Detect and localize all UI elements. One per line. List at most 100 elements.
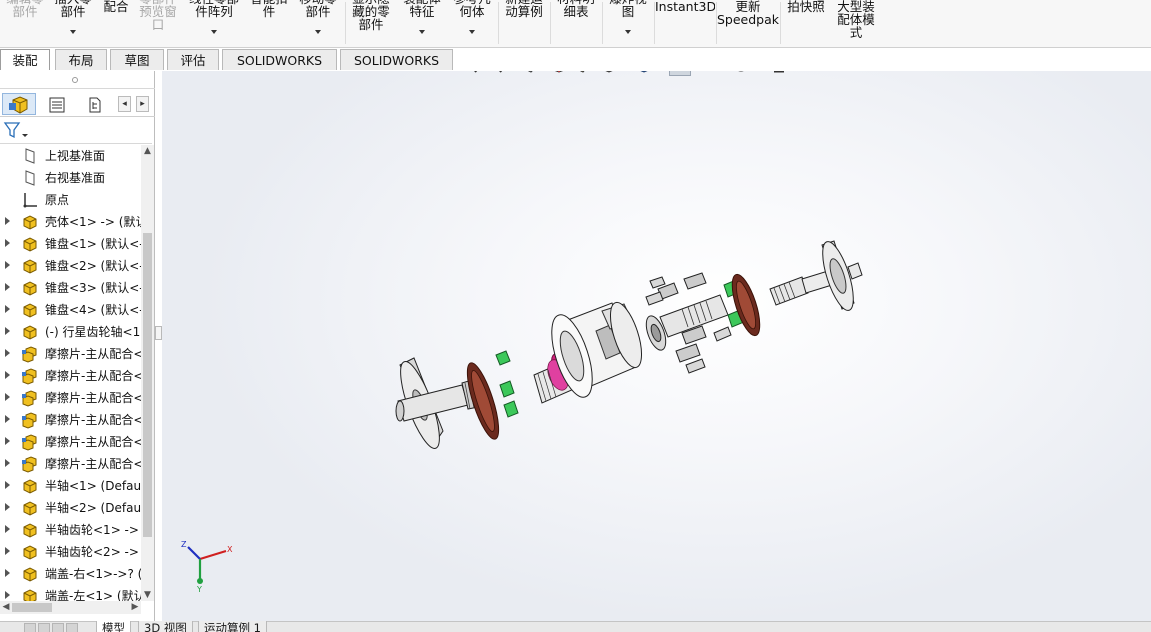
tree-item[interactable]: 端盖-左<1> (默认 bbox=[0, 585, 141, 601]
tree-item[interactable]: (-) 行星齿轮轴<1 bbox=[0, 321, 141, 343]
tab-layout[interactable]: 布局 bbox=[55, 49, 107, 70]
expand-arrow-icon[interactable] bbox=[5, 591, 10, 599]
panel-grip[interactable] bbox=[0, 71, 155, 89]
expand-arrow-icon[interactable] bbox=[5, 459, 10, 467]
ribbon-linear-pattern-button[interactable]: 线性零部件阵列 bbox=[182, 0, 246, 38]
expand-arrow-icon[interactable] bbox=[5, 503, 10, 511]
tab-evaluate[interactable]: 评估 bbox=[167, 49, 219, 70]
tab-motion-study-1[interactable]: 运动算例 1 bbox=[198, 621, 267, 632]
tree-item[interactable]: 上视基准面 bbox=[0, 145, 141, 167]
tab-solidworks-addins[interactable]: SOLIDWORKS 插件 bbox=[222, 49, 337, 89]
chevron-down-icon[interactable] bbox=[211, 30, 217, 34]
scroll-down-icon[interactable]: ▼ bbox=[141, 589, 154, 601]
panel-tab-prev-button[interactable]: ◂ bbox=[118, 96, 131, 112]
tree-item[interactable]: 摩擦片-主从配合< bbox=[0, 365, 141, 387]
chevron-down-icon[interactable] bbox=[315, 30, 321, 34]
configuration-manager-tab[interactable] bbox=[78, 93, 112, 115]
expand-arrow-icon[interactable] bbox=[5, 415, 10, 423]
tree-item[interactable]: 半轴<1> (Defaul bbox=[0, 475, 141, 497]
tab-model[interactable]: 模型 bbox=[96, 621, 131, 632]
expand-arrow-icon[interactable] bbox=[5, 349, 10, 357]
panel-splitter[interactable] bbox=[155, 71, 162, 621]
tree-item[interactable]: 摩擦片-主从配合< bbox=[0, 343, 141, 365]
scrollbar-thumb[interactable] bbox=[143, 233, 152, 537]
ribbon-bill-of-materials-button[interactable]: 材料明细表 bbox=[551, 0, 601, 38]
ribbon-label: 零部件预览窗口 bbox=[139, 0, 177, 32]
tab-solidworks-mbd[interactable]: SOLIDWORKS MBD bbox=[340, 49, 453, 89]
tree-item[interactable]: 原点 bbox=[0, 189, 141, 211]
tree-item[interactable]: 摩擦片-主从配合< bbox=[0, 453, 141, 475]
expand-arrow-icon[interactable] bbox=[5, 569, 10, 577]
tree-item[interactable]: 锥盘<3> (默认<- bbox=[0, 277, 141, 299]
ribbon-smart-fasteners-button[interactable]: 智能扣件 bbox=[246, 0, 292, 38]
right-half-shaft[interactable] bbox=[769, 270, 833, 306]
scrollbar-thumb[interactable] bbox=[12, 603, 52, 612]
tree-item[interactable]: 锥盘<4> (默认<- bbox=[0, 299, 141, 321]
planetary-gear-shaft-assembly[interactable] bbox=[642, 272, 732, 374]
ribbon-edit-component-button[interactable]: 编辑零部件 bbox=[2, 0, 48, 38]
tab-assembly[interactable]: 装配体 bbox=[0, 49, 50, 89]
expand-arrow-icon[interactable] bbox=[5, 547, 10, 555]
tree-item[interactable]: 端盖-右<1>->? ( bbox=[0, 563, 141, 585]
tree-item[interactable]: 半轴齿轮<1> -> bbox=[0, 519, 141, 541]
tree-item[interactable]: 摩擦片-主从配合< bbox=[0, 387, 141, 409]
expand-arrow-icon[interactable] bbox=[5, 327, 10, 335]
tree-horizontal-scrollbar[interactable]: ◀ ▶ bbox=[0, 601, 141, 614]
expand-arrow-icon[interactable] bbox=[5, 305, 10, 313]
tab-last-icon[interactable] bbox=[66, 623, 78, 632]
tab-sketch[interactable]: 草图 bbox=[110, 49, 164, 70]
panel-tab-next-button[interactable]: ▸ bbox=[136, 96, 149, 112]
collapse-handle-icon[interactable] bbox=[155, 326, 162, 340]
ribbon-insert-component-button[interactable]: 插入零部件 bbox=[48, 0, 98, 38]
tab-first-icon[interactable] bbox=[24, 623, 36, 632]
expand-arrow-icon[interactable] bbox=[5, 239, 10, 247]
ribbon-take-snapshot-button[interactable]: 拍快照 bbox=[781, 0, 831, 46]
expand-arrow-icon[interactable] bbox=[5, 481, 10, 489]
tree-item[interactable]: 摩擦片-主从配合< bbox=[0, 431, 141, 453]
tree-item[interactable]: 摩擦片-主从配合< bbox=[0, 409, 141, 431]
chevron-down-icon[interactable] bbox=[625, 30, 631, 34]
tree-item[interactable]: 壳体<1> -> (默认 bbox=[0, 211, 141, 233]
tab-next-icon[interactable] bbox=[52, 623, 64, 632]
expand-arrow-icon[interactable] bbox=[5, 525, 10, 533]
expand-arrow-icon[interactable] bbox=[5, 393, 10, 401]
ribbon-component-preview-button[interactable]: 零部件预览窗口 bbox=[134, 0, 182, 38]
left-green-pads[interactable] bbox=[495, 350, 519, 418]
exploded-assembly-model[interactable] bbox=[162, 71, 1151, 621]
expand-arrow-icon[interactable] bbox=[5, 437, 10, 445]
ribbon-mate-button[interactable]: 配合 bbox=[98, 0, 134, 38]
expand-arrow-icon[interactable] bbox=[5, 283, 10, 291]
tab-prev-icon[interactable] bbox=[38, 623, 50, 632]
expand-arrow-icon[interactable] bbox=[5, 217, 10, 225]
chevron-down-icon[interactable] bbox=[469, 30, 475, 34]
ribbon-large-assembly-mode-button[interactable]: 大型装 配体模式 bbox=[831, 0, 881, 46]
ribbon-show-hidden-components-button[interactable]: 显示隐藏的零部件 bbox=[346, 0, 396, 38]
scroll-left-icon[interactable]: ◀ bbox=[0, 601, 12, 614]
expand-arrow-icon[interactable] bbox=[5, 371, 10, 379]
ribbon-new-motion-study-button[interactable]: 新建运动算例 bbox=[499, 0, 549, 38]
filter-icon[interactable] bbox=[2, 120, 30, 142]
ribbon-assembly-features-button[interactable]: 装配体特征 bbox=[396, 0, 448, 38]
ribbon-update-speedpak-button[interactable]: 更新 Speedpak bbox=[717, 0, 779, 46]
ribbon-instant3d-button[interactable]: Instant3D bbox=[655, 0, 715, 46]
property-manager-tab[interactable] bbox=[39, 93, 73, 115]
chevron-down-icon[interactable] bbox=[70, 30, 76, 34]
ribbon-move-component-button[interactable]: 移动零部件 bbox=[292, 0, 344, 38]
graphics-area[interactable]: X Z Y bbox=[162, 71, 1151, 621]
tree-item[interactable]: 右视基准面 bbox=[0, 167, 141, 189]
tree-item[interactable]: 半轴<2> (Defaul bbox=[0, 497, 141, 519]
ribbon-reference-geometry-button[interactable]: 参考几何体 bbox=[448, 0, 496, 38]
tree-item[interactable]: 半轴齿轮<2> -> bbox=[0, 541, 141, 563]
coordinate-triad: X Z Y bbox=[181, 540, 233, 594]
tree-vertical-scrollbar[interactable]: ▲ ▼ bbox=[141, 145, 154, 601]
expand-arrow-icon[interactable] bbox=[5, 261, 10, 269]
tab-3d-view[interactable]: 3D 视图 bbox=[138, 621, 193, 632]
scroll-up-icon[interactable]: ▲ bbox=[141, 145, 154, 157]
scroll-right-icon[interactable]: ▶ bbox=[129, 601, 141, 614]
ribbon-exploded-view-button[interactable]: 爆炸视图 bbox=[603, 0, 653, 38]
chevron-down-icon[interactable] bbox=[419, 30, 425, 34]
tree-item[interactable]: 锥盘<2> (默认<- bbox=[0, 255, 141, 277]
right-friction-disc-gear[interactable] bbox=[727, 271, 766, 338]
feature-manager-tab[interactable] bbox=[2, 93, 36, 115]
tree-item[interactable]: 锥盘<1> (默认<- bbox=[0, 233, 141, 255]
